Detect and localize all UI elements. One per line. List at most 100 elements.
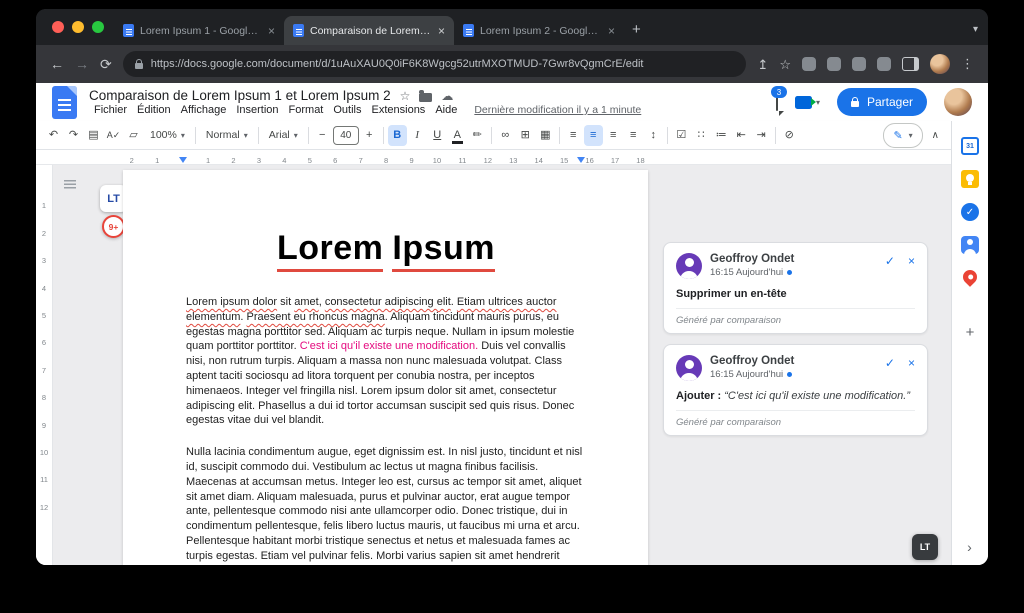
tab-comparaison[interactable]: Comparaison de Lorem Ipsum ×	[284, 16, 454, 45]
keep-icon[interactable]	[961, 170, 979, 188]
extension-icon-3[interactable]	[852, 57, 866, 71]
bookmark-star-icon[interactable]: ☆	[779, 58, 791, 71]
menu-format[interactable]: Format	[284, 104, 329, 116]
profile-avatar[interactable]	[930, 54, 950, 74]
menu-edition[interactable]: Édition	[132, 104, 176, 116]
hide-side-panel-button[interactable]: ›	[952, 539, 987, 555]
editing-mode-select[interactable]: ✎ ▾	[883, 123, 922, 148]
comment-footer: Généré par comparaison	[676, 410, 915, 428]
fullscreen-window-button[interactable]	[92, 21, 104, 33]
font-size-input[interactable]: 40	[333, 126, 359, 145]
side-panel-icon[interactable]	[902, 57, 919, 71]
menu-outils[interactable]: Outils	[328, 104, 366, 116]
insert-link-button[interactable]: ∞	[496, 125, 515, 146]
clear-formatting-button[interactable]: ⊘	[780, 125, 799, 146]
horizontal-ruler[interactable]: 21123456789101112131415161718	[36, 150, 951, 165]
align-center-button[interactable]: ≡	[584, 125, 603, 146]
decrease-font-size-button[interactable]: −	[313, 125, 332, 146]
menu-fichier[interactable]: Fichier	[89, 104, 132, 116]
ruler-number: 8	[36, 384, 52, 411]
account-avatar[interactable]	[944, 88, 972, 116]
bulleted-list-button[interactable]: ∷	[692, 125, 711, 146]
menu-aide[interactable]: Aide	[430, 104, 462, 116]
new-tab-button[interactable]: +	[632, 21, 641, 38]
close-tab-icon[interactable]: ×	[268, 24, 275, 38]
dismiss-comment-icon[interactable]: ×	[908, 357, 915, 369]
share-button[interactable]: Partager	[837, 88, 927, 116]
share-icon[interactable]: ↥	[757, 58, 768, 71]
resolve-comment-icon[interactable]: ✓	[885, 357, 895, 369]
increase-indent-button[interactable]: ⇥	[752, 125, 771, 146]
vertical-ruler[interactable]: 123456789101112	[36, 165, 53, 565]
comment-time: 16:15 Aujourd'hui	[710, 267, 794, 278]
insert-image-button[interactable]: ▦	[536, 125, 555, 146]
undo-button[interactable]: ↶	[44, 125, 63, 146]
numbered-list-button[interactable]: ≔	[712, 125, 731, 146]
dismiss-comment-icon[interactable]: ×	[908, 255, 915, 267]
minimize-window-button[interactable]	[72, 21, 84, 33]
menu-affichage[interactable]: Affichage	[176, 104, 232, 116]
font-select[interactable]: Arial ▾	[263, 125, 304, 146]
justify-button[interactable]: ≡	[624, 125, 643, 146]
languagetool-error-badge[interactable]: 9+	[102, 215, 125, 238]
tab-lorem-ipsum-1[interactable]: Lorem Ipsum 1 - Google Docs ×	[114, 16, 284, 45]
contacts-icon[interactable]	[961, 236, 979, 254]
comment-history-button[interactable]: 3	[776, 93, 778, 111]
docs-logo-icon[interactable]	[52, 86, 77, 119]
decrease-indent-button[interactable]: ⇤	[732, 125, 751, 146]
print-button[interactable]: ▤	[84, 125, 103, 146]
maps-icon[interactable]	[960, 267, 980, 287]
paint-format-button[interactable]: ▱	[124, 125, 143, 146]
browser-menu-icon[interactable]: ⋮	[961, 56, 974, 72]
increase-font-size-button[interactable]: +	[360, 125, 379, 146]
underline-button[interactable]: U	[428, 125, 447, 146]
styles-select[interactable]: Normal ▾	[200, 125, 254, 146]
zoom-select[interactable]: 100% ▾	[144, 125, 191, 146]
document-page[interactable]: LoremIpsum Lorem ipsum dolor sit amet, c…	[123, 170, 648, 565]
menu-extensions[interactable]: Extensions	[367, 104, 431, 116]
extension-icon-2[interactable]	[827, 57, 841, 71]
back-icon[interactable]: ←	[50, 57, 64, 71]
close-window-button[interactable]	[52, 21, 64, 33]
spellcheck-button[interactable]: A✓	[104, 125, 123, 146]
close-tab-icon[interactable]: ×	[438, 24, 445, 38]
extension-icon-4[interactable]	[877, 57, 891, 71]
forward-icon[interactable]: →	[75, 57, 89, 71]
align-left-button[interactable]: ≡	[564, 125, 583, 146]
move-folder-icon[interactable]	[419, 93, 432, 102]
resolve-comment-icon[interactable]: ✓	[885, 255, 895, 267]
redo-button[interactable]: ↷	[64, 125, 83, 146]
comment-card[interactable]: Geoffroy Ondet 16:15 Aujourd'hui ✓ ×	[663, 242, 928, 334]
italic-button[interactable]: I	[408, 125, 427, 146]
reload-icon[interactable]: ⟳	[100, 57, 112, 71]
bold-button[interactable]: B	[388, 125, 407, 146]
meet-camera-icon	[795, 96, 812, 109]
document-title[interactable]: Comparaison de Lorem Ipsum 1 et Lorem Ip…	[89, 88, 391, 103]
add-addon-button[interactable]: +	[966, 325, 975, 340]
document-outline-button[interactable]	[61, 177, 79, 193]
indent-marker-right[interactable]	[577, 157, 585, 163]
indent-marker-left[interactable]	[179, 157, 187, 163]
star-icon[interactable]: ☆	[400, 90, 411, 102]
tab-search-icon[interactable]: ▾	[973, 24, 978, 35]
languagetool-floating-button[interactable]: LT	[912, 534, 938, 560]
menu-insertion[interactable]: Insertion	[231, 104, 283, 116]
tasks-icon[interactable]: ✓	[961, 203, 979, 221]
checklist-button[interactable]: ☑	[672, 125, 691, 146]
line-spacing-button[interactable]: ↕	[644, 125, 663, 146]
comment-actions: ✓ ×	[885, 253, 915, 267]
align-right-button[interactable]: ≡	[604, 125, 623, 146]
meet-button[interactable]: ▾	[795, 96, 820, 109]
address-bar[interactable]: https://docs.google.com/document/d/1uAuX…	[123, 51, 747, 77]
text-color-button[interactable]: A	[448, 125, 467, 146]
hide-menus-button[interactable]: ∧	[932, 130, 939, 141]
highlight-color-button[interactable]: ✏	[468, 125, 487, 146]
add-comment-button[interactable]: ⊞	[516, 125, 535, 146]
close-tab-icon[interactable]: ×	[608, 24, 615, 38]
last-modified-link[interactable]: Dernière modification il y a 1 minute	[474, 104, 641, 116]
zoom-value: 100%	[150, 129, 177, 141]
extension-icon-1[interactable]	[802, 57, 816, 71]
calendar-icon[interactable]: 31	[961, 137, 979, 155]
tab-lorem-ipsum-2[interactable]: Lorem Ipsum 2 - Google Docs ×	[454, 16, 624, 45]
comment-card[interactable]: Geoffroy Ondet 16:15 Aujourd'hui ✓ ×	[663, 344, 928, 436]
